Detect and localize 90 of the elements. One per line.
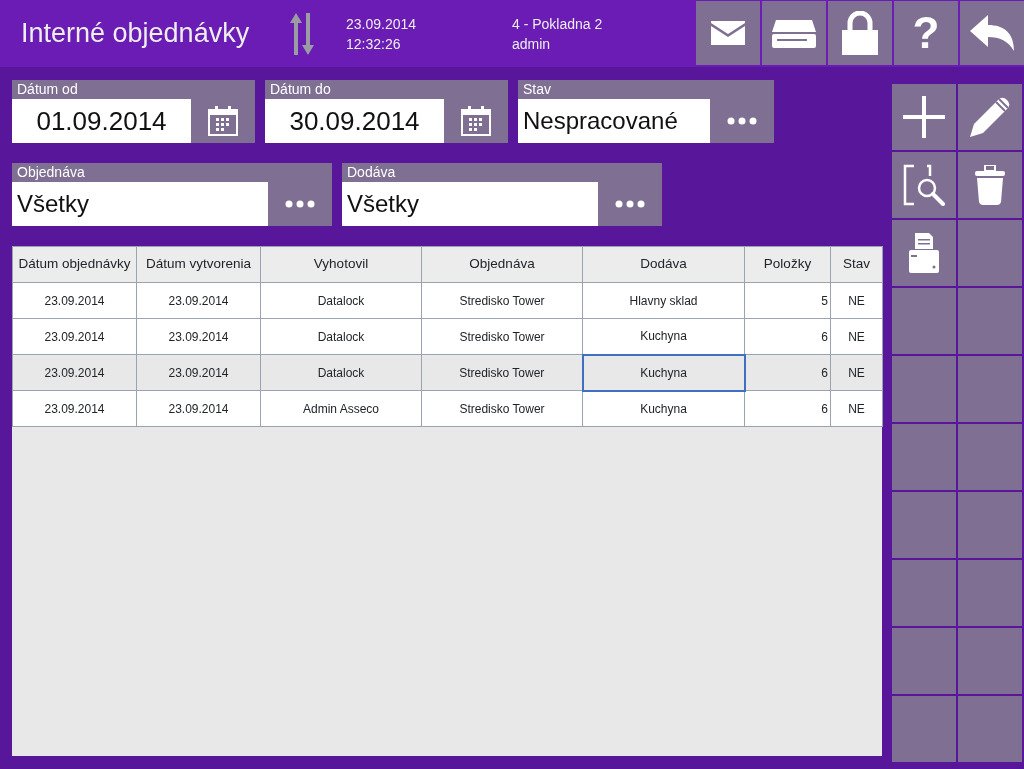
table-cell: 23.09.2014	[136, 354, 261, 391]
delete-button[interactable]	[958, 152, 1022, 218]
table-cell: 23.09.2014	[12, 390, 137, 427]
table-cell: Stredisko Tower	[421, 282, 583, 319]
empty-tile	[892, 628, 956, 694]
table-cell: Kuchyna	[582, 354, 745, 391]
add-button[interactable]	[892, 84, 956, 150]
empty-tile	[958, 628, 1022, 694]
table-cell: NE	[830, 354, 883, 391]
table-cell: Datalock	[260, 354, 422, 391]
ellipsis-icon	[615, 200, 645, 208]
table-cell: Kuchyna	[582, 390, 745, 427]
select-field[interactable]: Všetky	[12, 182, 268, 226]
table-cell: Stredisko Tower	[421, 354, 583, 391]
table-cell: Stredisko Tower	[421, 318, 583, 355]
column-header[interactable]: Objednáva	[421, 246, 583, 283]
table-cell: 23.09.2014	[12, 318, 137, 355]
empty-tile	[892, 356, 956, 422]
table-cell: Admin Asseco	[260, 390, 422, 427]
back-arrow-icon	[970, 15, 1014, 51]
table-cell: 23.09.2014	[136, 282, 261, 319]
empty-tile	[892, 560, 956, 626]
table-cell: NE	[830, 318, 883, 355]
table-cell: NE	[830, 390, 883, 427]
table-cell: Kuchyna	[582, 318, 745, 355]
ellipsis-icon	[727, 117, 757, 125]
calendar-icon	[461, 106, 491, 136]
plus-icon	[903, 96, 945, 138]
empty-tile	[958, 220, 1022, 286]
empty-tile	[892, 288, 956, 354]
field-label: Dodáva	[346, 163, 397, 182]
table-cell: 6	[744, 390, 831, 427]
field-label: Dátum do	[269, 80, 332, 99]
table-cell: Datalock	[260, 282, 422, 319]
empty-tile	[958, 356, 1022, 422]
empty-tile	[958, 696, 1022, 762]
table-cell: 5	[744, 282, 831, 319]
lock-button[interactable]	[828, 1, 892, 65]
sync-arrows-icon	[290, 12, 314, 55]
field-label: Objednáva	[16, 163, 86, 182]
time-text: 12:32:26	[346, 34, 402, 54]
column-header[interactable]: Položky	[744, 246, 831, 283]
column-header[interactable]: Stav	[830, 246, 883, 283]
column-header[interactable]: Dátum objednávky	[12, 246, 137, 283]
calendar-icon	[208, 106, 238, 136]
column-header[interactable]: Dátum vytvorenia	[136, 246, 261, 283]
empty-tile	[958, 492, 1022, 558]
table-cell: 6	[744, 354, 831, 391]
column-header[interactable]: Dodáva	[582, 246, 745, 283]
print-button[interactable]	[892, 220, 956, 286]
empty-tile	[958, 560, 1022, 626]
empty-tile	[958, 424, 1022, 490]
date-field[interactable]: 30.09.2014	[265, 99, 444, 143]
ellipsis-icon	[285, 200, 315, 208]
help-button[interactable]: ?	[894, 1, 958, 65]
table-cell: Datalock	[260, 318, 422, 355]
empty-tile	[892, 492, 956, 558]
table-cell: 23.09.2014	[12, 354, 137, 391]
empty-tile	[892, 696, 956, 762]
scanner-icon	[772, 18, 816, 48]
envelope-icon	[711, 21, 745, 45]
table-cell: Stredisko Tower	[421, 390, 583, 427]
empty-tile	[958, 288, 1022, 354]
select-field[interactable]: Všetky	[342, 182, 598, 226]
preview-button[interactable]	[892, 152, 956, 218]
mail-button[interactable]	[696, 1, 760, 65]
column-header[interactable]: Vyhotovil	[260, 246, 422, 283]
padlock-icon	[842, 11, 878, 55]
table-cell: NE	[830, 282, 883, 319]
date-text: 23.09.2014	[346, 14, 418, 34]
pencil-icon	[970, 97, 1010, 137]
empty-tile	[892, 424, 956, 490]
select-field[interactable]: Nespracované	[518, 99, 710, 143]
table-cell: 6	[744, 318, 831, 355]
edit-button[interactable]	[958, 84, 1022, 150]
register-text: 4 - Pokladna 2	[512, 14, 604, 34]
field-label: Stav	[522, 80, 552, 99]
table-cell: 23.09.2014	[12, 282, 137, 319]
date-field[interactable]: 01.09.2014	[12, 99, 191, 143]
page-title: Interné objednávky	[20, 17, 251, 51]
trash-can-icon	[975, 165, 1005, 205]
table-cell: 23.09.2014	[136, 318, 261, 355]
scanner-button[interactable]	[762, 1, 826, 65]
document-search-icon	[903, 164, 945, 206]
table-cell: Hlavny sklad	[582, 282, 745, 319]
table-cell: 23.09.2014	[136, 390, 261, 427]
printer-icon	[909, 233, 939, 273]
back-button[interactable]	[960, 1, 1024, 65]
field-label: Dátum od	[16, 80, 79, 99]
user-text: admin	[512, 34, 552, 54]
